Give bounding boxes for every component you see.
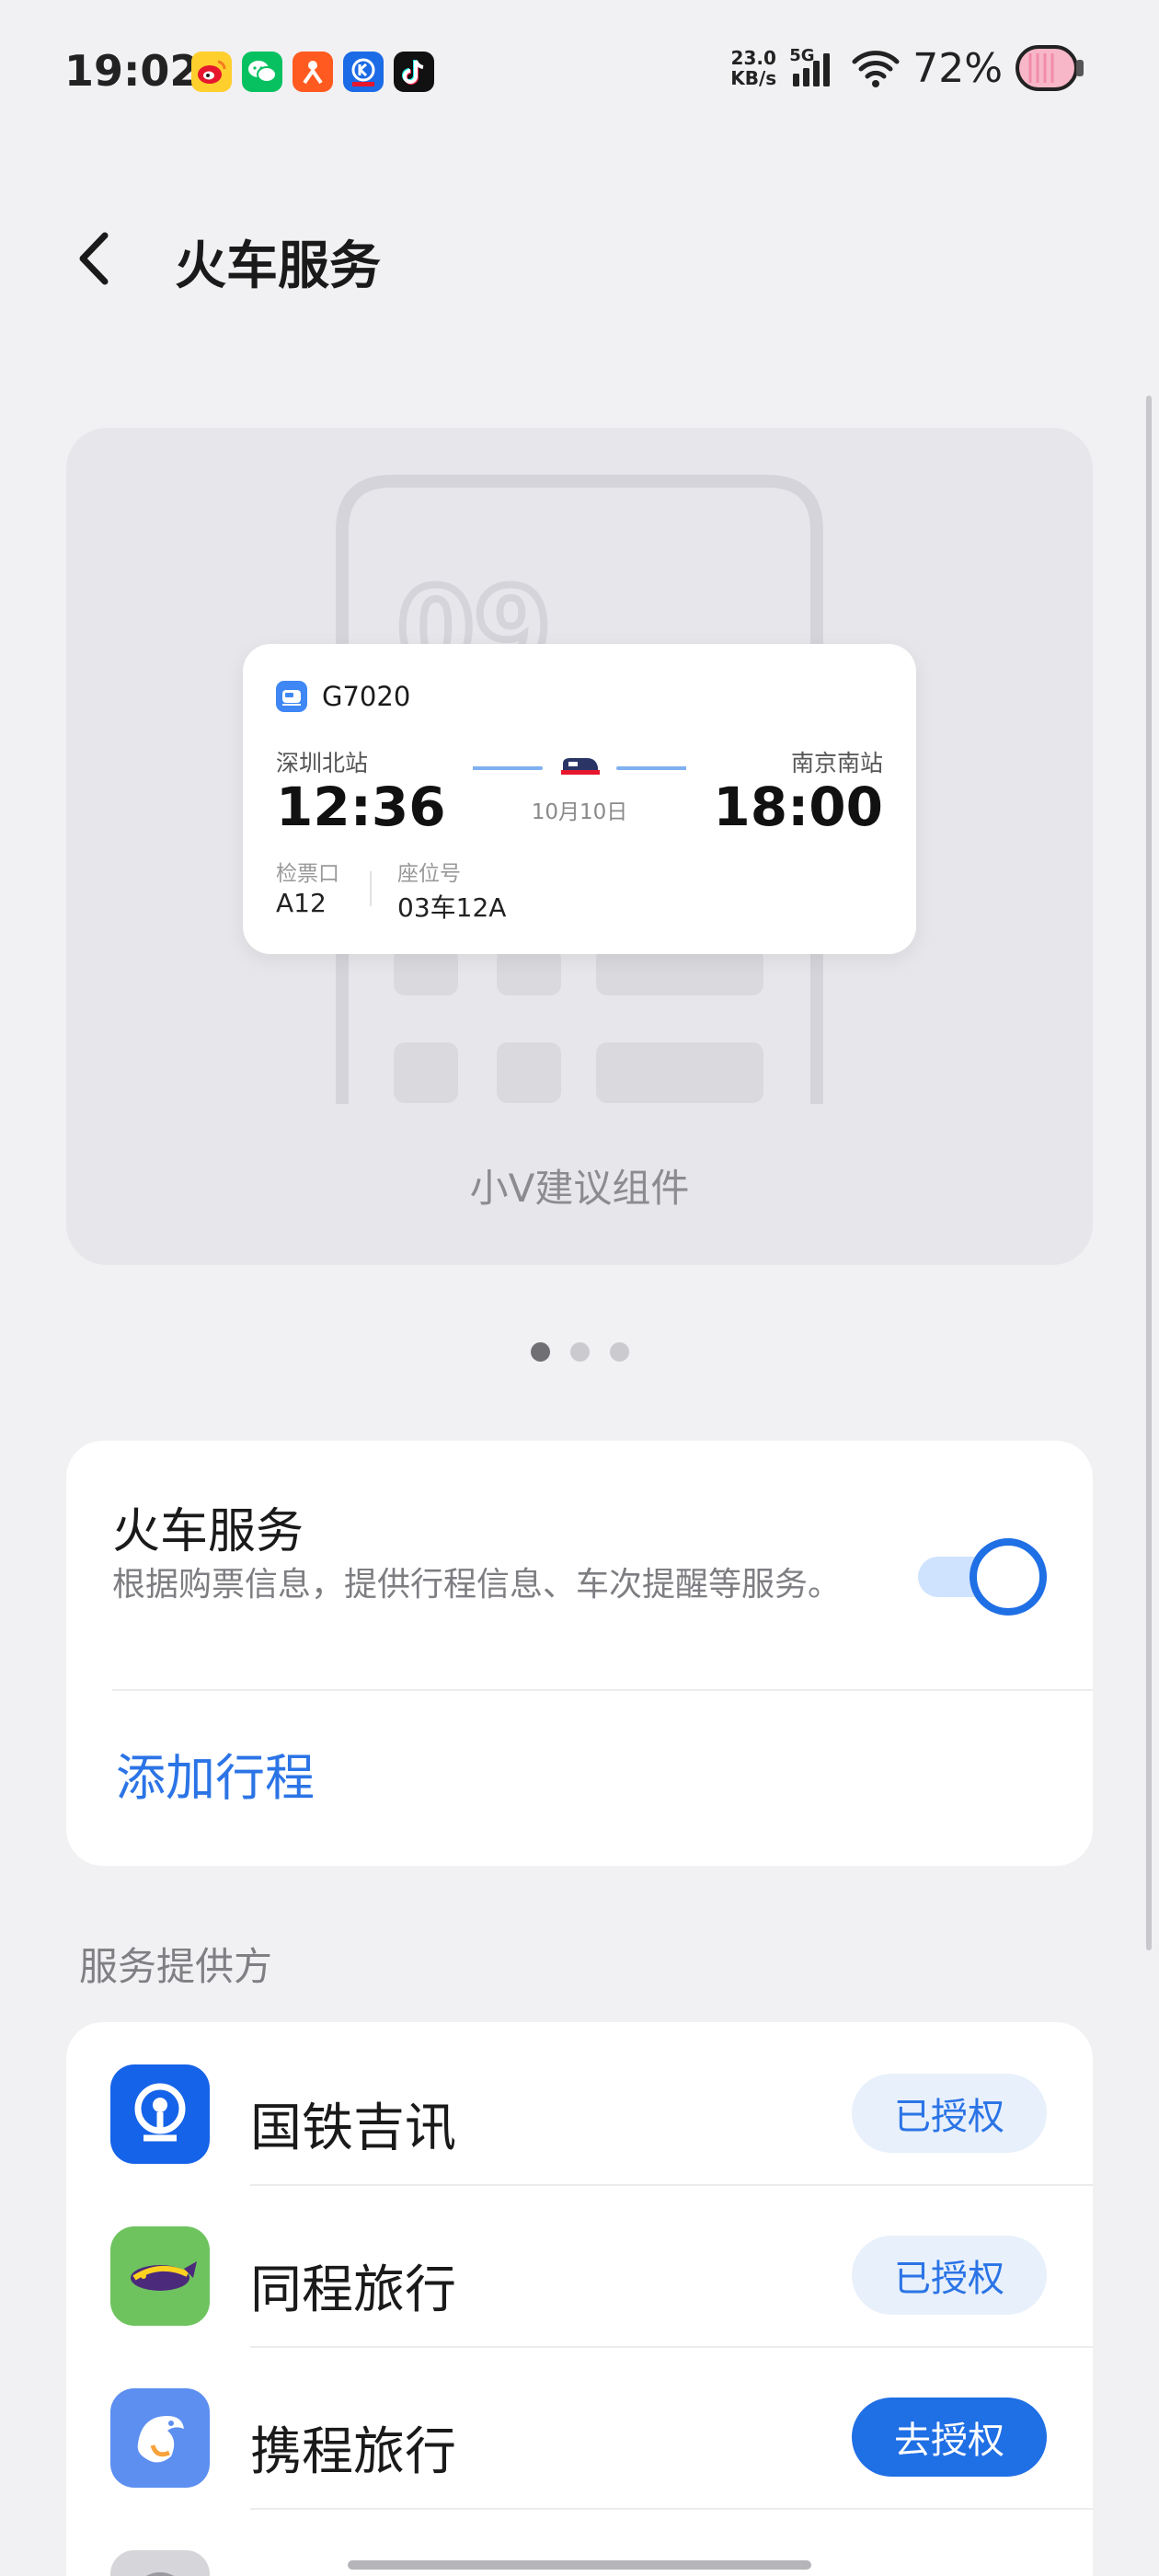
widget-caption: 小V建议组件 [469, 1166, 690, 1211]
tiktok-icon [394, 52, 434, 92]
toggle-knob [970, 1538, 1047, 1616]
authorize-button[interactable]: 去授权 [852, 2398, 1047, 2477]
provider-name: 国铁吉讯 [250, 2099, 456, 2158]
train-service-card: 火车服务 根据购票信息，提供行程信息、车次提醒等服务。 添加行程 [66, 1441, 1093, 1866]
provider-name: 携程旅行 [250, 2422, 456, 2482]
train-ticket-widget: G7020 深圳北站 南京南站 12:36 18:00 10月10日 检票口 A… [243, 644, 916, 954]
ticket-divider [370, 871, 372, 906]
providers-list: 国铁吉讯 已授权 同程旅行 已授权 携程旅行 去授权 [66, 2022, 1093, 2576]
provider-row-ctrip[interactable]: 携程旅行 去授权 [66, 2346, 1093, 2508]
wechat-icon [242, 52, 282, 92]
battery-icon [1016, 45, 1084, 91]
add-trip-button[interactable]: 添加行程 [116, 1737, 315, 1810]
weibo-icon [191, 52, 232, 92]
authorized-button[interactable]: 已授权 [852, 2236, 1047, 2315]
back-arrow-icon[interactable] [72, 226, 118, 291]
departure-station: 深圳北站 [276, 750, 369, 776]
train-number: G7020 [322, 681, 411, 712]
notification-icons [191, 52, 434, 92]
divider [112, 1689, 1093, 1691]
page-title: 火车服务 [175, 236, 381, 296]
cellular-signal-icon: 5G [789, 46, 839, 90]
train-route-icon [473, 758, 686, 775]
provider-row-guotie[interactable]: 国铁吉讯 已授权 [66, 2022, 1093, 2184]
scrollbar[interactable] [1146, 396, 1152, 1950]
provider-row-tongcheng[interactable]: 同程旅行 已授权 [66, 2184, 1093, 2346]
wifi-icon [852, 51, 900, 87]
status-bar: 19:02 23.0 KB/s 5G 72% [0, 0, 1159, 138]
railway-logo-icon [110, 2064, 210, 2164]
pager-dot[interactable] [569, 1342, 590, 1362]
train-icon [276, 681, 307, 712]
home-indicator[interactable] [348, 2560, 811, 2570]
gate-label: 检票口 [276, 862, 339, 886]
trip-date: 10月10日 [531, 800, 628, 824]
pager-dot[interactable] [609, 1342, 629, 1362]
status-time: 19:02 [64, 46, 200, 96]
network-speed: 23.0 KB/s [730, 48, 776, 88]
network-speed-value: 23.0 [730, 47, 776, 69]
pager-dot[interactable] [530, 1342, 550, 1362]
authorized-button[interactable]: 已授权 [852, 2074, 1047, 2153]
providers-section-label: 服务提供方 [79, 1944, 273, 1989]
network-speed-unit: KB/s [730, 67, 777, 89]
tongcheng-logo-icon [110, 2226, 210, 2326]
provider-name: 同程旅行 [250, 2260, 456, 2320]
ctrip-logo-icon [110, 2388, 210, 2488]
provider-logo-icon [110, 2550, 210, 2576]
widget-preview-carousel[interactable]: 09 G7020 深圳北站 南京南站 12:36 18:00 10月10日 检票… [66, 428, 1093, 1265]
taobao-icon [293, 52, 333, 92]
service-description: 根据购票信息，提供行程信息、车次提醒等服务。 [112, 1566, 842, 1604]
service-title: 火车服务 [112, 1504, 304, 1559]
service-toggle[interactable] [918, 1538, 1049, 1616]
arrival-station: 南京南站 [790, 750, 883, 776]
kugou-icon [343, 52, 384, 92]
seat-label: 座位号 [397, 862, 461, 886]
seat-value: 03车12A [397, 892, 507, 923]
gate-value: A12 [276, 888, 327, 918]
battery-percent: 72% [912, 44, 1003, 92]
carousel-pager[interactable] [0, 1342, 1159, 1362]
